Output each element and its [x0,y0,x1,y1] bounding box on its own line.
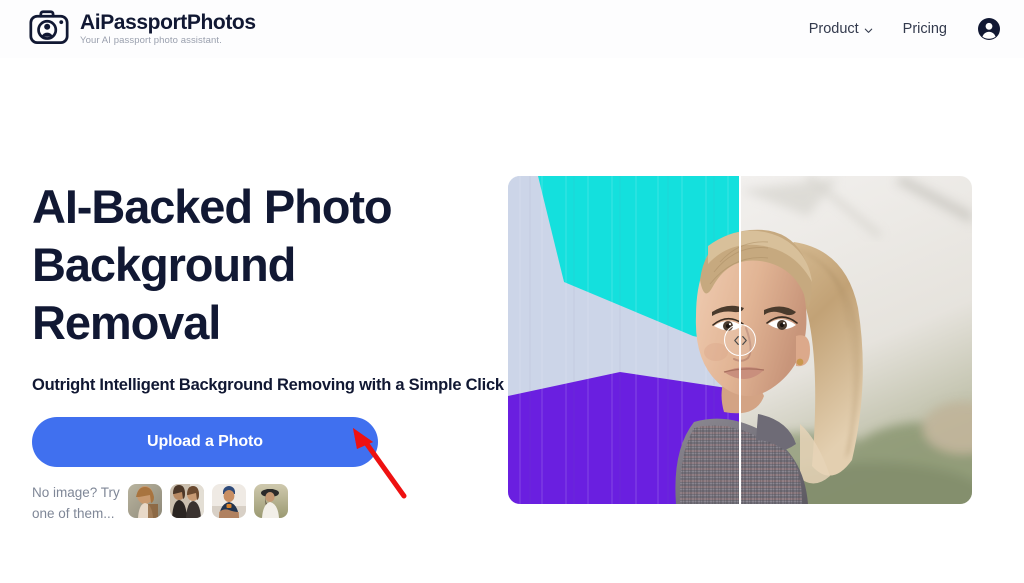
sample-thumb-1[interactable] [128,484,162,518]
sample-thumb-3[interactable] [212,484,246,518]
main-navigation: Product Pricing [809,17,1001,41]
hero-copy-block: AI-Backed Photo Background Removal Outri… [32,178,504,524]
sample-images-row: No image? Try one of them... [32,481,492,524]
nav-item-product-label: Product [808,21,859,37]
sample-thumbnail-list [128,481,288,518]
upload-photo-button[interactable]: Upload a Photo [32,417,378,467]
page-title: AI-Backed Photo Background Removal [32,180,393,349]
sample-thumb-4[interactable] [254,484,288,518]
sample-thumb-2[interactable] [170,484,204,518]
chevron-down-icon [863,25,873,35]
sample-images-label: No image? Try one of them... [32,485,120,521]
hero-subtitle: Outright Intelligent Background Removing… [32,376,504,394]
comparison-slider-handle[interactable] [724,324,756,356]
nav-item-pricing-label: Pricing [902,21,947,37]
nav-item-pricing[interactable]: Pricing [903,21,947,37]
before-after-comparison-image[interactable] [508,176,972,504]
brand-logo-link[interactable]: AiPassportPhotos Your AI passport photo … [29,9,256,49]
nav-item-product[interactable]: Product [809,21,873,37]
site-header: AiPassportPhotos Your AI passport photo … [0,0,1024,58]
camera-portrait-icon [29,9,69,49]
chevron-left-icon [733,335,740,346]
account-avatar-icon[interactable] [977,17,1001,41]
brand-tagline: Your AI passport photo assistant. [80,34,222,46]
chevron-right-icon [741,335,748,346]
brand-name: AiPassportPhotos [80,10,256,34]
